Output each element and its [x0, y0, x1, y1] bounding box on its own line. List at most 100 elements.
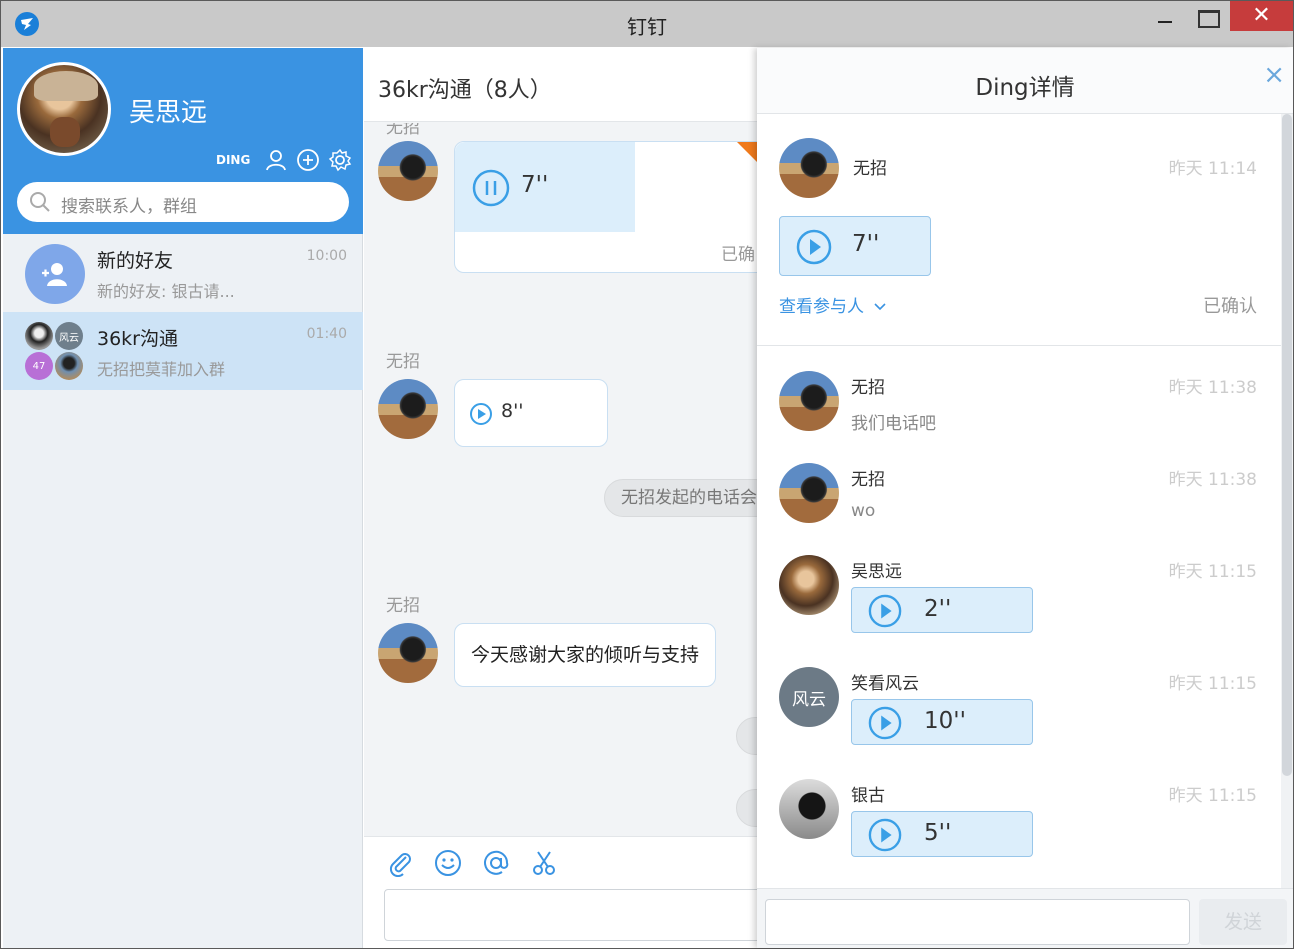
- ding-detail-title: Ding详情: [975, 75, 1075, 101]
- chat-header: 36kr沟通（8人）: [364, 48, 757, 122]
- system-notice-partial: [736, 789, 757, 827]
- voice-message[interactable]: 8'': [454, 379, 608, 447]
- minimize-button[interactable]: [1141, 1, 1187, 31]
- profile-header: 吴思远 DING 搜索联系人，群组: [3, 48, 363, 234]
- reply-voice-message[interactable]: 2'': [851, 587, 1033, 633]
- reply-list[interactable]: 无招 昨天 11:38 我们电话吧 无招 昨天 11:38 wo 吴思远 昨天 …: [757, 347, 1281, 887]
- voice-duration: 8'': [501, 400, 524, 422]
- group-avatar: 风云 47: [25, 322, 85, 382]
- participants-label: 查看参与人: [779, 297, 864, 317]
- close-icon: ✕: [1252, 3, 1271, 28]
- add-icon[interactable]: [296, 148, 320, 172]
- ding-detail-panel: Ding详情 × 无招 昨天 11:14 7'' 查看参与人 已确认 无招 昨天…: [757, 48, 1293, 948]
- message-sender: 无招: [386, 596, 420, 616]
- origin-time: 昨天 11:14: [1168, 159, 1257, 179]
- conversation-item-new-friends[interactable]: 新的好友 新的好友: 银古请... 10:00: [3, 234, 363, 312]
- title-bar: 钉钉 ✕: [1, 1, 1293, 47]
- left-panel: 吴思远 DING 搜索联系人，群组 新的好友 新的好友: 银古请... 10:0…: [3, 48, 363, 948]
- confirm-status: 已确认: [1203, 296, 1257, 317]
- search-icon: [30, 192, 50, 212]
- chat-toolbar: [364, 836, 774, 948]
- emoji-icon[interactable]: [434, 849, 462, 877]
- voice-message[interactable]: 7'': [455, 142, 635, 232]
- reply-time: 昨天 11:15: [1168, 786, 1257, 806]
- scrollbar-thumb[interactable]: [1282, 114, 1292, 776]
- text-message[interactable]: 今天感谢大家的倾听与支持: [454, 623, 717, 687]
- reply-time: 昨天 11:38: [1168, 378, 1257, 398]
- ding-detail-header: Ding详情 ×: [757, 48, 1293, 114]
- reply-voice-message[interactable]: 10'': [851, 699, 1033, 745]
- close-panel-button[interactable]: ×: [1263, 60, 1285, 90]
- reply-avatar[interactable]: [779, 555, 839, 615]
- voice-duration: 5'': [924, 820, 952, 846]
- reply-text: 我们电话吧: [851, 414, 936, 434]
- reply-avatar[interactable]: [779, 463, 839, 523]
- conversation-time: 10:00: [306, 248, 347, 264]
- reply-input[interactable]: [765, 899, 1190, 945]
- chat-panel: 36kr沟通（8人） 无招 7'' 已确 无招 8'' 无招发起的电话会 无招: [364, 48, 774, 948]
- contacts-icon[interactable]: [264, 148, 288, 172]
- window-title: 钉钉: [627, 15, 667, 39]
- search-placeholder: 搜索联系人，群组: [61, 197, 197, 217]
- play-icon: [868, 594, 902, 628]
- message-sender: 无招: [386, 123, 420, 138]
- ding-corner-flag: [737, 142, 757, 168]
- origin-voice-message[interactable]: 7'': [779, 216, 931, 276]
- ding-button[interactable]: DING: [216, 153, 250, 167]
- scrollbar[interactable]: [1281, 114, 1293, 888]
- scissors-icon[interactable]: [530, 849, 558, 877]
- message-list[interactable]: 无招 7'' 已确 无招 8'' 无招发起的电话会 无招 今天感谢大家的倾听与支…: [364, 123, 757, 836]
- user-name: 吴思远: [129, 98, 208, 128]
- app-window: 钉钉 ✕ 吴思远 DING 搜索联系人，群组 新的好友 新的好友: 银古请...…: [0, 0, 1294, 949]
- conversation-preview: 新的好友: 银古请...: [97, 282, 235, 301]
- member-avatar: 风云: [55, 322, 83, 350]
- reply-name: 无招: [851, 470, 885, 490]
- origin-avatar[interactable]: [779, 138, 839, 198]
- profile-tools: DING: [216, 148, 352, 172]
- pause-icon[interactable]: [471, 168, 511, 208]
- close-window-button[interactable]: ✕: [1230, 1, 1293, 31]
- maximize-button[interactable]: [1187, 1, 1233, 31]
- search-input[interactable]: 搜索联系人，群组: [17, 182, 349, 222]
- conversation-time: 01:40: [306, 326, 347, 342]
- sender-avatar[interactable]: [378, 379, 438, 439]
- play-icon: [868, 818, 902, 852]
- reply-avatar[interactable]: [779, 371, 839, 431]
- member-avatar: [25, 322, 53, 350]
- ding-origin: 无招 昨天 11:14 7'' 查看参与人 已确认: [757, 114, 1281, 346]
- send-button[interactable]: 发送: [1199, 899, 1287, 945]
- conversation-preview: 无招把莫菲加入群: [97, 360, 226, 379]
- reply-footer: 发送: [757, 888, 1293, 948]
- ding-message-card[interactable]: 7'' 已确: [454, 141, 757, 273]
- play-icon[interactable]: [469, 402, 493, 426]
- view-participants-link[interactable]: 查看参与人: [779, 292, 887, 317]
- reply-time: 昨天 11:15: [1168, 674, 1257, 694]
- reply-name: 笑看风云: [851, 674, 919, 694]
- system-notice-partial: [736, 717, 757, 755]
- attachment-icon[interactable]: [386, 849, 414, 877]
- chat-title: 36kr沟通（8人）: [378, 78, 552, 103]
- member-avatar: [55, 352, 83, 380]
- user-avatar[interactable]: [17, 62, 111, 156]
- reply-voice-message[interactable]: 5'': [851, 811, 1033, 857]
- voice-duration: 7'': [521, 172, 549, 198]
- play-icon: [868, 706, 902, 740]
- gear-icon[interactable]: [328, 148, 352, 172]
- voice-duration: 7'': [852, 231, 880, 257]
- message-input[interactable]: [384, 889, 774, 941]
- conversation-item-36kr[interactable]: 风云 47 36kr沟通 无招把莫菲加入群 01:40: [3, 312, 363, 390]
- sender-avatar[interactable]: [378, 141, 438, 201]
- mention-icon[interactable]: [482, 849, 510, 877]
- conversation-title: 36kr沟通: [97, 328, 178, 350]
- sender-avatar[interactable]: [378, 623, 438, 683]
- reply-avatar[interactable]: 风云: [779, 667, 839, 727]
- system-notice: 无招发起的电话会: [604, 479, 757, 517]
- reply-name: 无招: [851, 378, 885, 398]
- voice-duration: 10'': [924, 708, 966, 734]
- chevron-down-icon: [874, 303, 886, 311]
- confirm-status: 已确: [721, 245, 755, 265]
- reply-avatar[interactable]: [779, 779, 839, 839]
- conversation-title: 新的好友: [97, 250, 174, 272]
- origin-name: 无招: [853, 159, 887, 179]
- play-icon: [796, 229, 832, 265]
